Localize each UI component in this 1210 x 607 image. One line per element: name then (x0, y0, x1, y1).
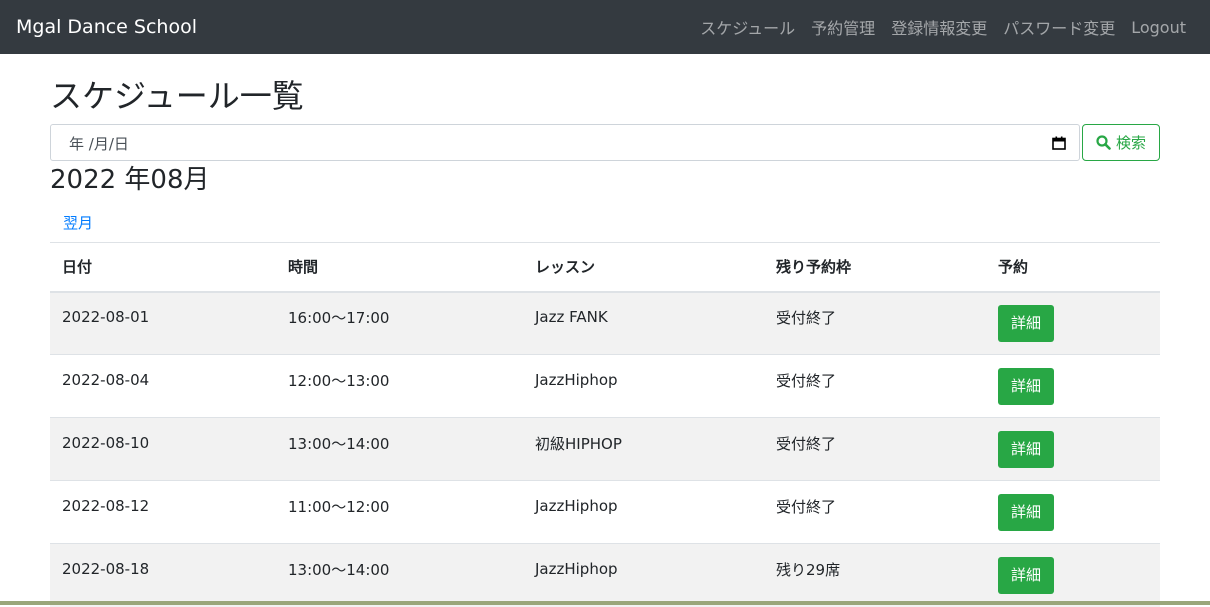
calendar-icon[interactable] (1052, 136, 1066, 150)
cell-remaining: 受付終了 (764, 291, 986, 355)
nav-link-reservations[interactable]: 予約管理 (811, 15, 875, 39)
nav-links: スケジュール 予約管理 登録情報変更 パスワード変更 Logout (700, 13, 1186, 41)
cell-time: 11:00〜12:00 (276, 480, 523, 544)
table-row: 2022-08-04 12:00〜13:00 JazzHiphop 受付終了 詳… (50, 354, 1160, 418)
brand-link[interactable]: Mgal Dance School (16, 13, 197, 41)
cell-action: 詳細 (986, 354, 1160, 418)
header-time: 時間 (276, 242, 523, 293)
navbar: Mgal Dance School スケジュール 予約管理 登録情報変更 パスワ… (0, 0, 1210, 54)
header-lesson: レッスン (523, 242, 764, 293)
window-bottom-edge (0, 601, 1210, 605)
cell-lesson: Jazz FANK (523, 291, 764, 355)
detail-button[interactable]: 詳細 (998, 367, 1055, 405)
page-title: スケジュール一覧 (50, 77, 304, 115)
search-icon (1096, 135, 1111, 150)
cell-time: 12:00〜13:00 (276, 354, 523, 418)
header-remaining: 残り予約枠 (764, 242, 986, 293)
date-input[interactable]: 年 /月/日 (50, 124, 1080, 161)
detail-button[interactable]: 詳細 (998, 556, 1055, 594)
cell-remaining: 受付終了 (764, 417, 986, 481)
nav-link-profile[interactable]: 登録情報変更 (891, 15, 987, 39)
header-reserve: 予約 (986, 242, 1160, 293)
cell-date: 2022-08-18 (50, 543, 276, 607)
table-row: 2022-08-01 16:00〜17:00 Jazz FANK 受付終了 詳細 (50, 291, 1160, 355)
cell-action: 詳細 (986, 480, 1160, 544)
cell-date: 2022-08-01 (50, 291, 276, 355)
cell-date: 2022-08-10 (50, 417, 276, 481)
cell-lesson: JazzHiphop (523, 354, 764, 418)
date-input-value: 年 /月/日 (69, 135, 129, 153)
header-date: 日付 (50, 242, 276, 293)
detail-button[interactable]: 詳細 (998, 304, 1055, 342)
table-row: 2022-08-12 11:00〜12:00 JazzHiphop 受付終了 詳… (50, 480, 1160, 544)
cell-date: 2022-08-04 (50, 354, 276, 418)
cell-action: 詳細 (986, 543, 1160, 607)
cell-lesson: JazzHiphop (523, 480, 764, 544)
nav-link-schedule[interactable]: スケジュール (700, 15, 795, 39)
month-heading: 2022 年08月 (50, 165, 210, 195)
next-month-link[interactable]: 翌月 (63, 212, 93, 234)
cell-date: 2022-08-12 (50, 480, 276, 544)
cell-time: 13:00〜14:00 (276, 543, 523, 607)
nav-link-logout[interactable]: Logout (1131, 18, 1186, 37)
schedule-table: 日付 時間 レッスン 残り予約枠 予約 2022-08-01 16:00〜17:… (50, 242, 1160, 607)
cell-action: 詳細 (986, 291, 1160, 355)
table-row: 2022-08-18 13:00〜14:00 JazzHiphop 残り29席 … (50, 543, 1160, 607)
table-row: 2022-08-10 13:00〜14:00 初級HIPHOP 受付終了 詳細 (50, 417, 1160, 481)
cell-remaining: 残り29席 (764, 543, 986, 607)
detail-button[interactable]: 詳細 (998, 430, 1055, 468)
search-button[interactable]: 検索 (1082, 124, 1160, 161)
cell-time: 16:00〜17:00 (276, 291, 523, 355)
table-header-row: 日付 時間 レッスン 残り予約枠 予約 (50, 242, 1160, 293)
cell-remaining: 受付終了 (764, 480, 986, 544)
cell-action: 詳細 (986, 417, 1160, 481)
cell-lesson: 初級HIPHOP (523, 417, 764, 481)
search-button-label: 検索 (1115, 134, 1146, 152)
cell-time: 13:00〜14:00 (276, 417, 523, 481)
cell-lesson: JazzHiphop (523, 543, 764, 607)
detail-button[interactable]: 詳細 (998, 493, 1055, 531)
cell-remaining: 受付終了 (764, 354, 986, 418)
nav-link-password[interactable]: パスワード変更 (1003, 15, 1115, 39)
